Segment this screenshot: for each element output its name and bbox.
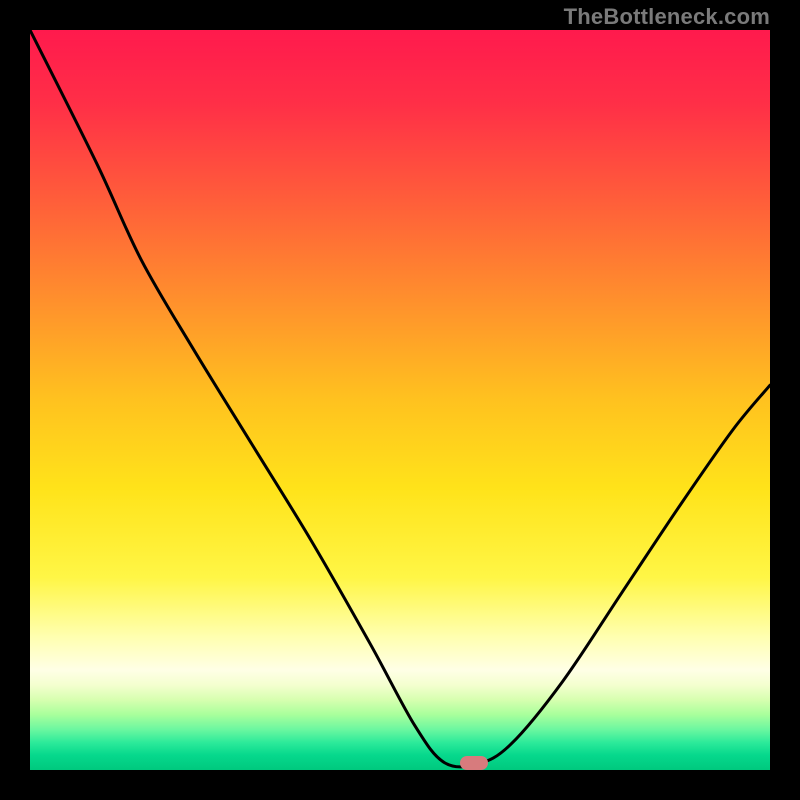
plot-area (30, 30, 770, 770)
chart-frame: TheBottleneck.com (0, 0, 800, 800)
optimal-point-marker (460, 756, 488, 770)
bottleneck-curve (30, 30, 770, 770)
watermark-text: TheBottleneck.com (564, 4, 770, 30)
